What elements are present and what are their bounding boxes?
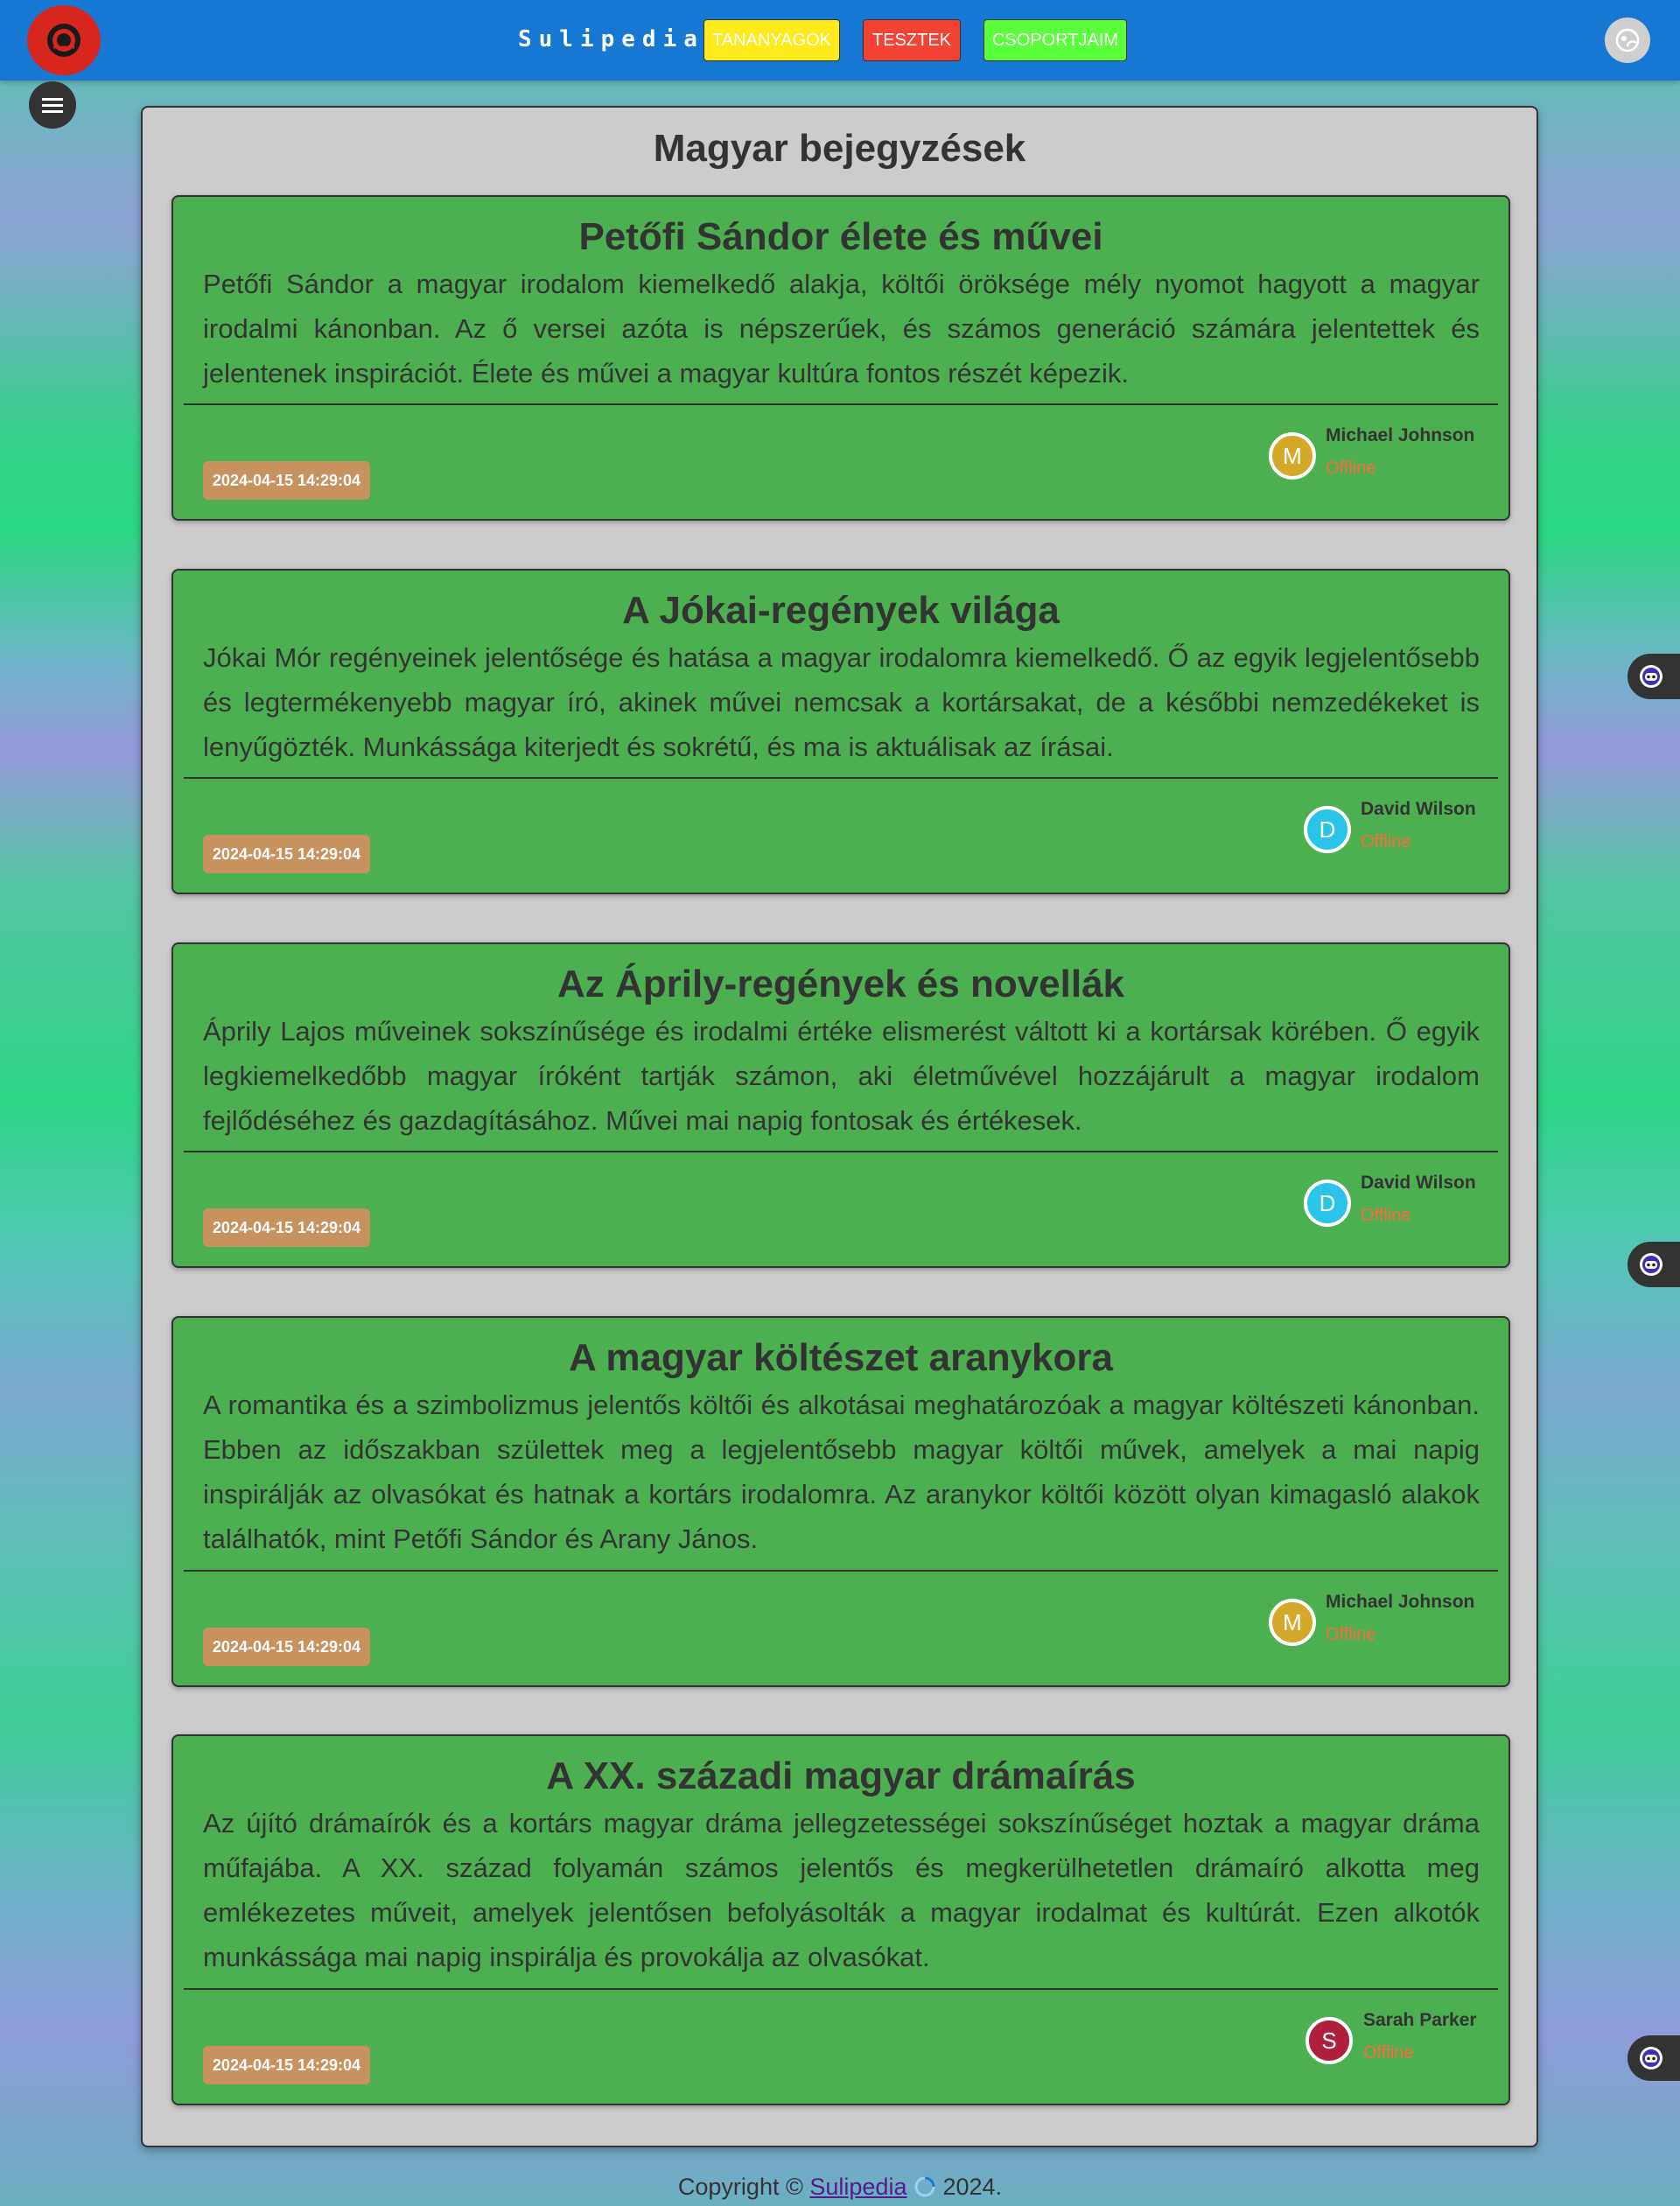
side-assistant-tab[interactable]	[1628, 1242, 1680, 1287]
author-name[interactable]: David Wilson	[1361, 799, 1476, 820]
side-assistant-tab[interactable]	[1628, 654, 1680, 699]
robot-icon	[1640, 2047, 1662, 2069]
post-title: A Jókai-regények világa	[622, 589, 1060, 632]
post-text: A romantika és a szimbolizmus jelentős k…	[203, 1390, 1480, 1554]
post-text: Petőfi Sándor a magyar irodalom kiemelke…	[203, 269, 1480, 389]
nav-tananyagok-button[interactable]: TANANYAGOK	[704, 19, 840, 61]
nav-tesztek-button[interactable]: TESZTEK	[863, 19, 961, 61]
posts-panel: Magyar bejegyzések Petőfi Sándor élete é…	[141, 106, 1538, 2147]
footer-sulipedia-link[interactable]: Sulipedia	[809, 2174, 906, 2200]
post-text: Jókai Mór regényeinek jelentősége és hat…	[203, 642, 1480, 762]
post-divider	[184, 1570, 1498, 1572]
logo[interactable]	[27, 5, 101, 75]
side-assistant-tab[interactable]	[1628, 2035, 1680, 2081]
footer: Copyright © Sulipedia 2024.	[0, 2174, 1680, 2201]
author-avatar[interactable]: D	[1304, 806, 1351, 853]
post-date-badge: 2024-04-15 14:29:04	[203, 1208, 370, 1247]
post-card[interactable]: Petőfi Sándor élete és művei Petőfi Sánd…	[172, 195, 1510, 521]
spinner-icon	[914, 2176, 935, 2197]
top-navbar: Sulipedia TANANYAGOK TESZTEK CSOPORTJAIM	[0, 0, 1680, 81]
nav-csoportjaim-button[interactable]: CSOPORTJAIM	[984, 19, 1127, 61]
hamburger-menu-button[interactable]	[29, 81, 76, 129]
robot-icon	[1640, 665, 1662, 688]
logo-icon	[47, 24, 80, 57]
post-divider	[184, 1988, 1498, 1990]
author-name[interactable]: Michael Johnson	[1326, 1592, 1474, 1613]
post-divider	[184, 777, 1498, 779]
author-name[interactable]: David Wilson	[1361, 1173, 1476, 1194]
post-text: Az újító drámaírók és a kortárs magyar d…	[203, 1808, 1480, 1972]
author-avatar[interactable]: M	[1269, 432, 1316, 480]
menu-icon	[42, 98, 63, 113]
author-avatar[interactable]: M	[1269, 1599, 1316, 1646]
brand-title[interactable]: Sulipedia	[518, 26, 704, 53]
post-card[interactable]: A magyar költészet aranykora A romantika…	[172, 1316, 1510, 1687]
post-date-badge: 2024-04-15 14:29:04	[203, 2046, 370, 2084]
user-icon	[1615, 28, 1640, 53]
user-menu-button[interactable]	[1605, 18, 1650, 63]
footer-year: 2024.	[942, 2174, 1003, 2200]
author-status: Offline	[1363, 2043, 1414, 2062]
author-status: Offline	[1361, 1206, 1411, 1225]
post-title: Petőfi Sándor élete és művei	[578, 215, 1103, 258]
post-date-badge: 2024-04-15 14:29:04	[203, 835, 370, 873]
author-name[interactable]: Sarah Parker	[1363, 2010, 1477, 2031]
author-avatar[interactable]: S	[1306, 2017, 1353, 2064]
post-date-badge: 2024-04-15 14:29:04	[203, 1628, 370, 1666]
post-title: A XX. századi magyar drámaírás	[546, 1754, 1136, 1797]
author-status: Offline	[1326, 459, 1376, 478]
post-title: Az Áprily-regények és novellák	[556, 963, 1125, 1005]
footer-copyright: Copyright ©	[677, 2174, 803, 2200]
post-card[interactable]: Az Áprily-regények és novellák Áprily La…	[172, 942, 1510, 1268]
post-card[interactable]: A XX. századi magyar drámaírás Az újító …	[172, 1734, 1510, 2105]
page-title: Magyar bejegyzések	[653, 127, 1026, 170]
author-status: Offline	[1326, 1625, 1376, 1644]
author-name[interactable]: Michael Johnson	[1326, 425, 1474, 446]
post-divider	[184, 1151, 1498, 1152]
post-divider	[184, 403, 1498, 405]
robot-icon	[1640, 1253, 1662, 1276]
author-avatar[interactable]: D	[1304, 1180, 1351, 1227]
author-status: Offline	[1361, 832, 1411, 851]
post-date-badge: 2024-04-15 14:29:04	[203, 461, 370, 500]
post-card[interactable]: A Jókai-regények világa Jókai Mór regény…	[172, 569, 1510, 894]
post-text: Áprily Lajos műveinek sokszínűsége és ir…	[203, 1016, 1480, 1136]
post-title: A magyar költészet aranykora	[569, 1336, 1113, 1379]
